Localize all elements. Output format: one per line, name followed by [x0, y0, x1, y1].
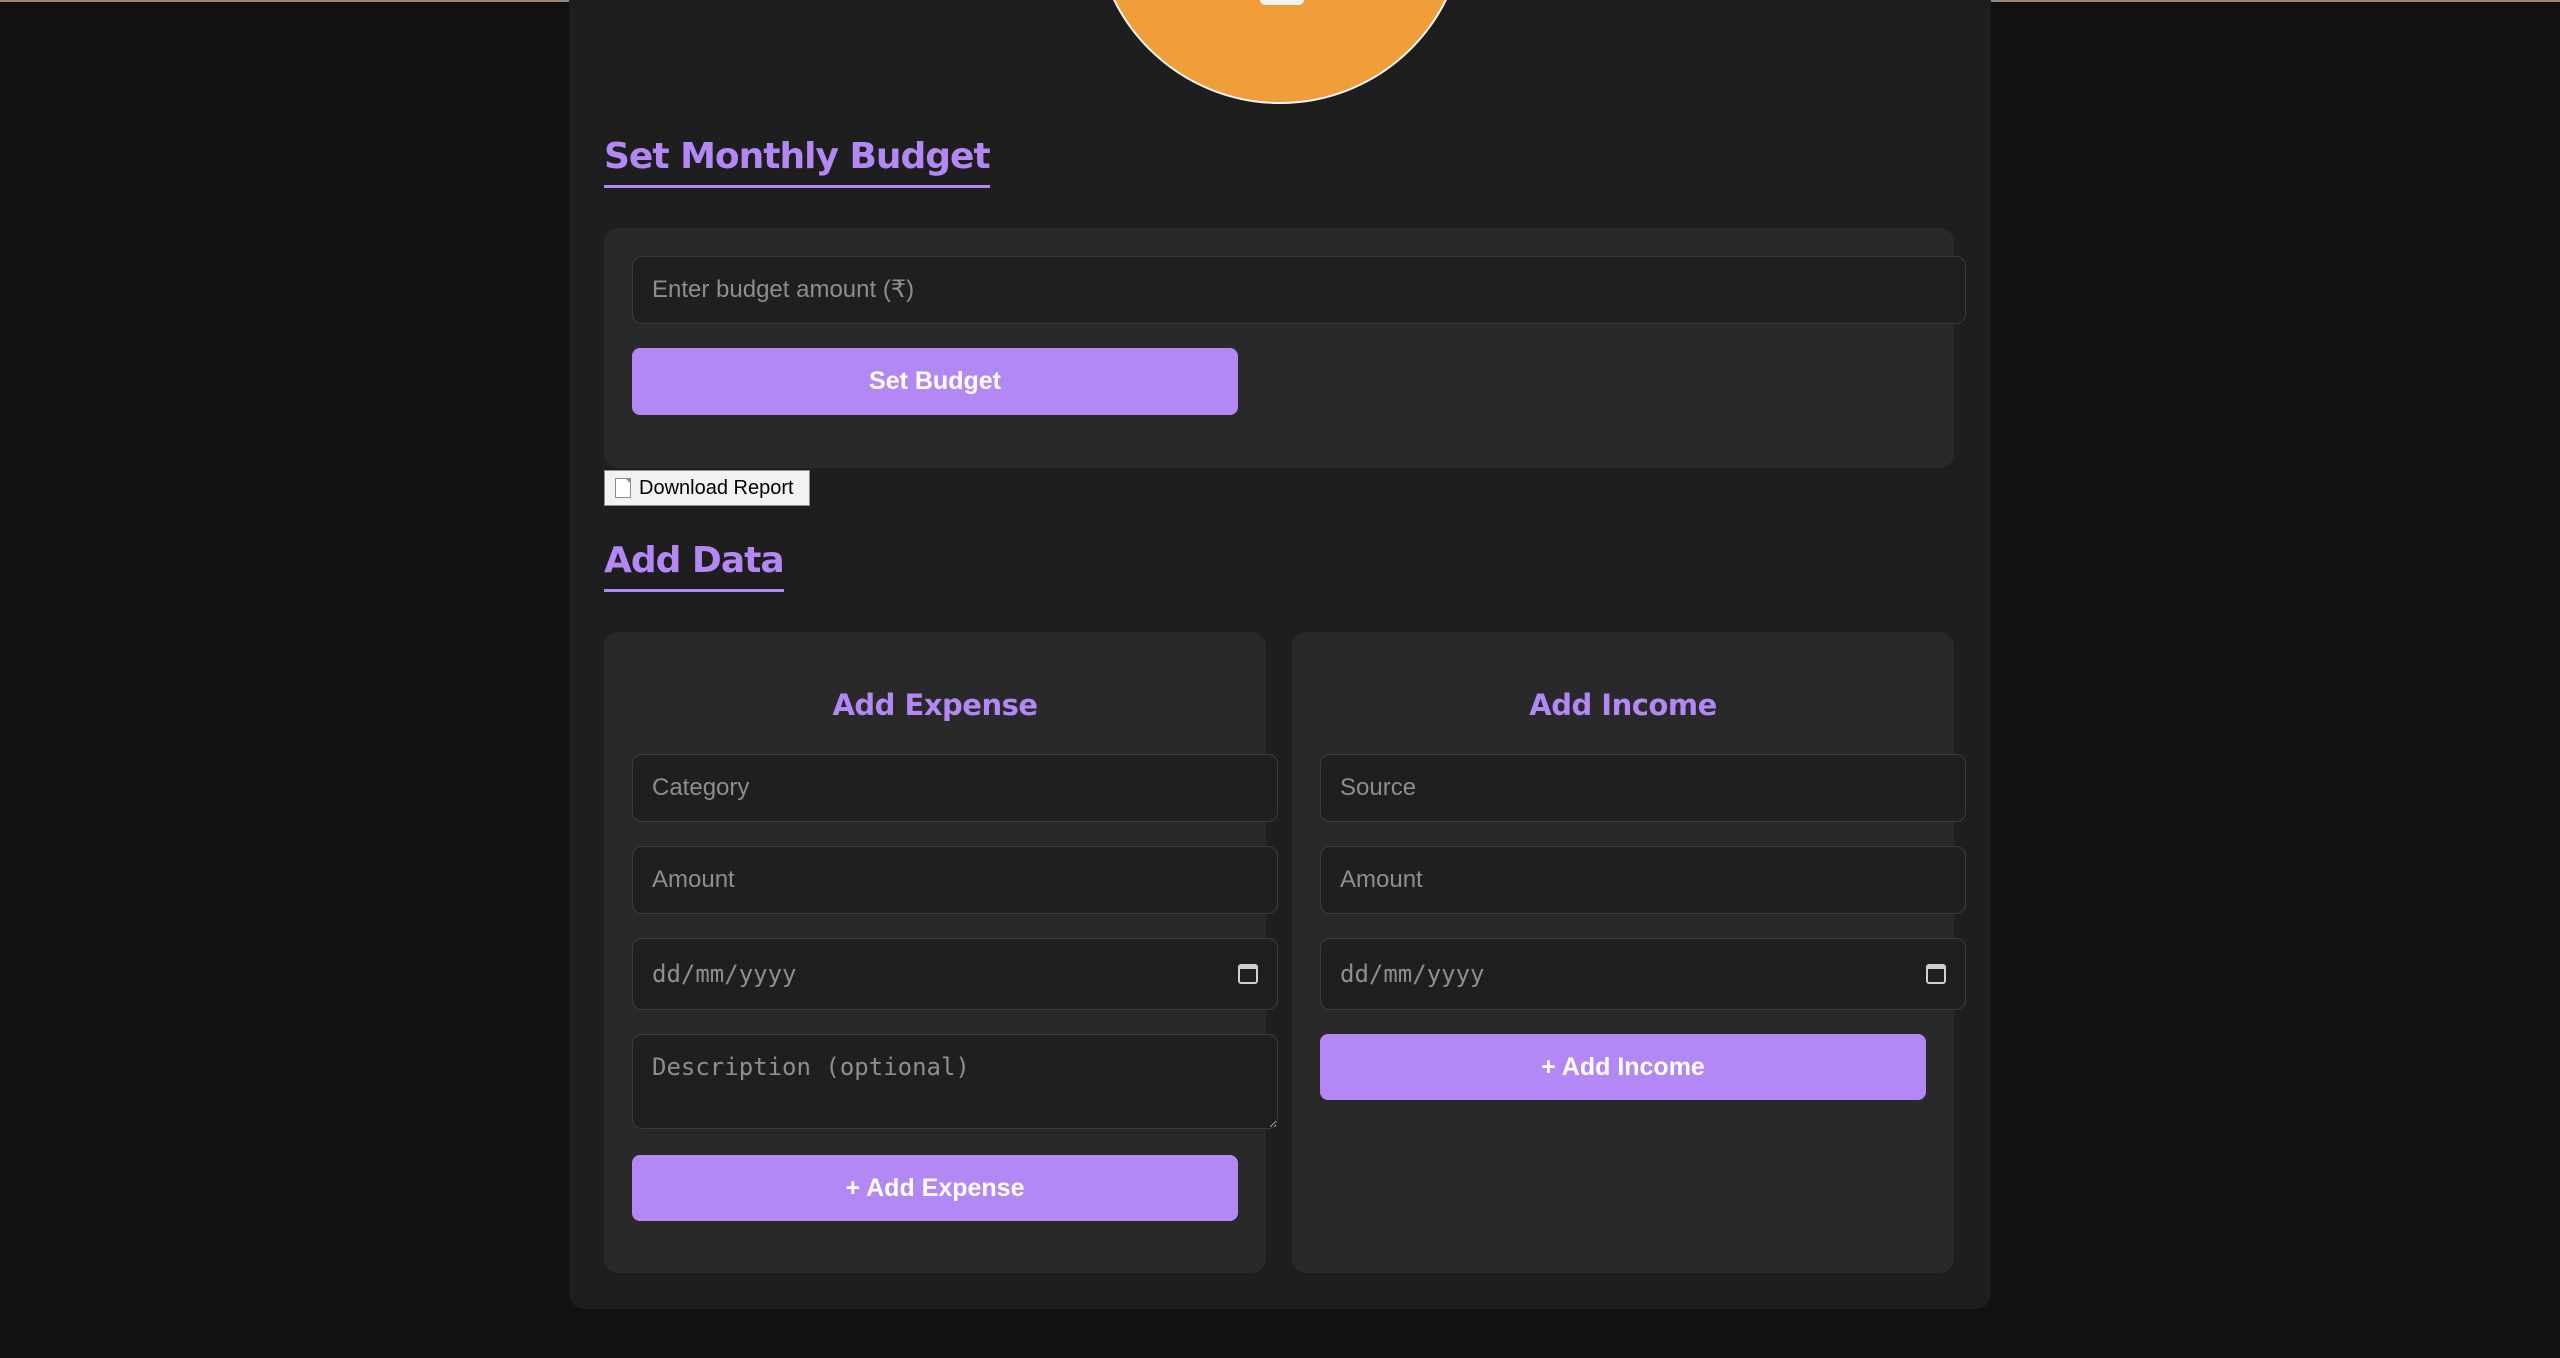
expense-category-input[interactable] [632, 754, 1278, 822]
budget-section-title: Set Monthly Budget [604, 136, 991, 188]
pie-slice [1094, 0, 1466, 104]
add-expense-button[interactable]: + Add Expense [632, 1155, 1238, 1221]
set-budget-button[interactable]: Set Budget [632, 348, 1238, 415]
pie-chart [1094, 0, 1466, 105]
budget-card: Set Budget [604, 228, 1966, 468]
income-source-input[interactable] [1320, 754, 1966, 822]
add-expense-card: Add Expense dd/mm/yyyy + Add Expense [604, 632, 1278, 1273]
add-income-title: Add Income [1529, 688, 1717, 722]
income-amount-input[interactable] [1320, 846, 1966, 914]
expense-description-input[interactable] [632, 1034, 1278, 1129]
budget-amount-input[interactable] [632, 256, 1966, 324]
download-report-label: Download Report [639, 476, 794, 499]
document-icon [615, 478, 631, 498]
expense-date-placeholder: dd/mm/yyyy [652, 960, 797, 988]
calendar-icon[interactable] [1238, 964, 1258, 984]
add-income-card: Add Income dd/mm/yyyy + Add Income [1292, 632, 1966, 1273]
income-date-placeholder: dd/mm/yyyy [1340, 960, 1485, 988]
income-date-input[interactable]: dd/mm/yyyy [1320, 938, 1966, 1010]
expense-amount-input[interactable] [632, 846, 1278, 914]
expense-date-input[interactable]: dd/mm/yyyy [632, 938, 1278, 1010]
add-expense-title: Add Expense [832, 688, 1038, 722]
calendar-icon[interactable] [1926, 964, 1946, 984]
pie-slice-small [1260, 0, 1304, 5]
main-panel: Set Monthly Budget Set Budget Download R… [569, 0, 1991, 1309]
add-income-button[interactable]: + Add Income [1320, 1034, 1926, 1100]
add-data-section-title: Add Data [604, 540, 785, 592]
download-report-button[interactable]: Download Report [604, 470, 810, 506]
